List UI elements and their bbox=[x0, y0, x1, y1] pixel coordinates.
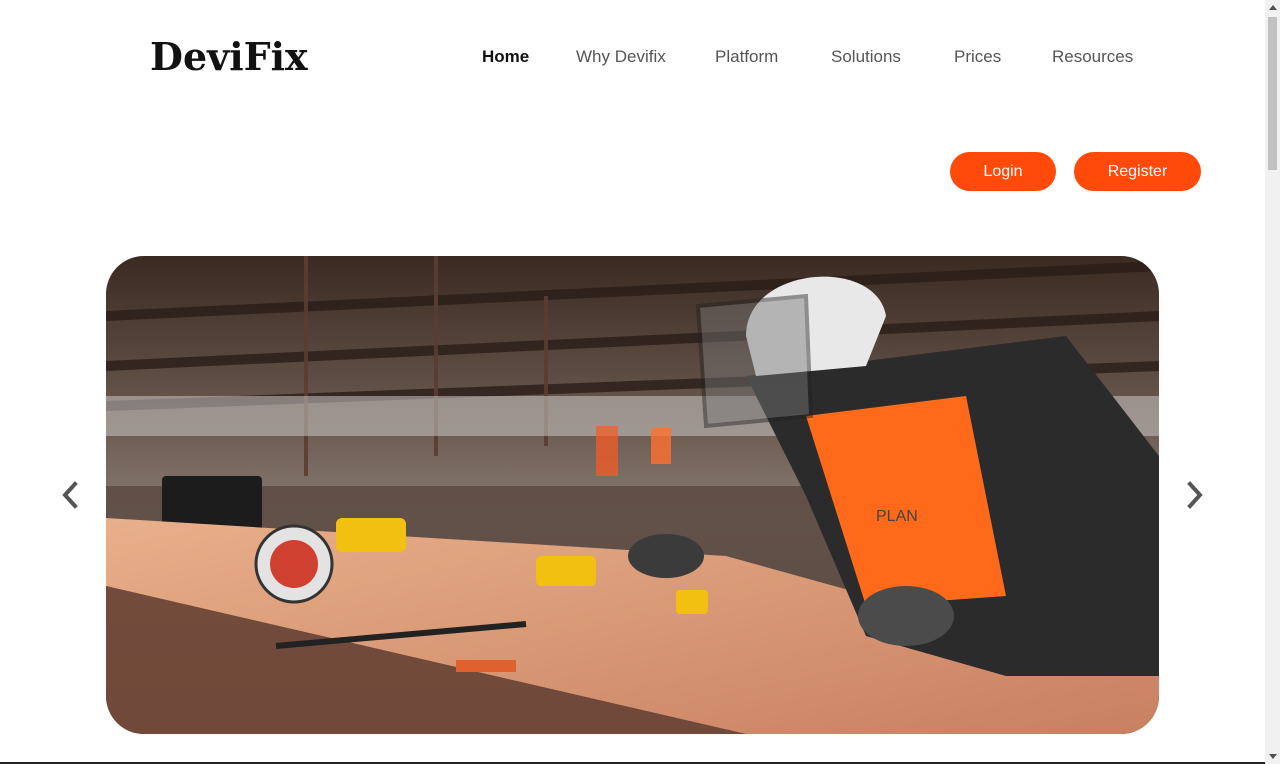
scroll-up-icon[interactable] bbox=[1265, 0, 1280, 15]
hero-vest-text: PLAN bbox=[876, 508, 918, 525]
login-button[interactable]: Login bbox=[950, 152, 1056, 191]
nav-item-home[interactable]: Home bbox=[482, 47, 529, 67]
nav-item-solutions[interactable]: Solutions bbox=[831, 47, 901, 67]
scroll-down-icon[interactable] bbox=[1265, 749, 1280, 764]
nav-item-prices[interactable]: Prices bbox=[954, 47, 1001, 67]
chevron-right-icon bbox=[1187, 481, 1203, 509]
register-button[interactable]: Register bbox=[1074, 152, 1201, 191]
chevron-left-icon bbox=[62, 481, 78, 509]
scrollbar-thumb[interactable] bbox=[1268, 17, 1277, 170]
brand-logo[interactable]: DeviFix bbox=[150, 34, 308, 79]
page-scrollbar[interactable] bbox=[1265, 0, 1280, 764]
hero-carousel-image: PLAN bbox=[106, 256, 1159, 734]
nav-item-platform[interactable]: Platform bbox=[715, 47, 778, 67]
carousel-next-button[interactable] bbox=[1180, 478, 1210, 512]
nav-item-why-devifix[interactable]: Why Devifix bbox=[576, 47, 666, 67]
nav-item-resources[interactable]: Resources bbox=[1052, 47, 1133, 67]
carousel-prev-button[interactable] bbox=[55, 478, 85, 512]
